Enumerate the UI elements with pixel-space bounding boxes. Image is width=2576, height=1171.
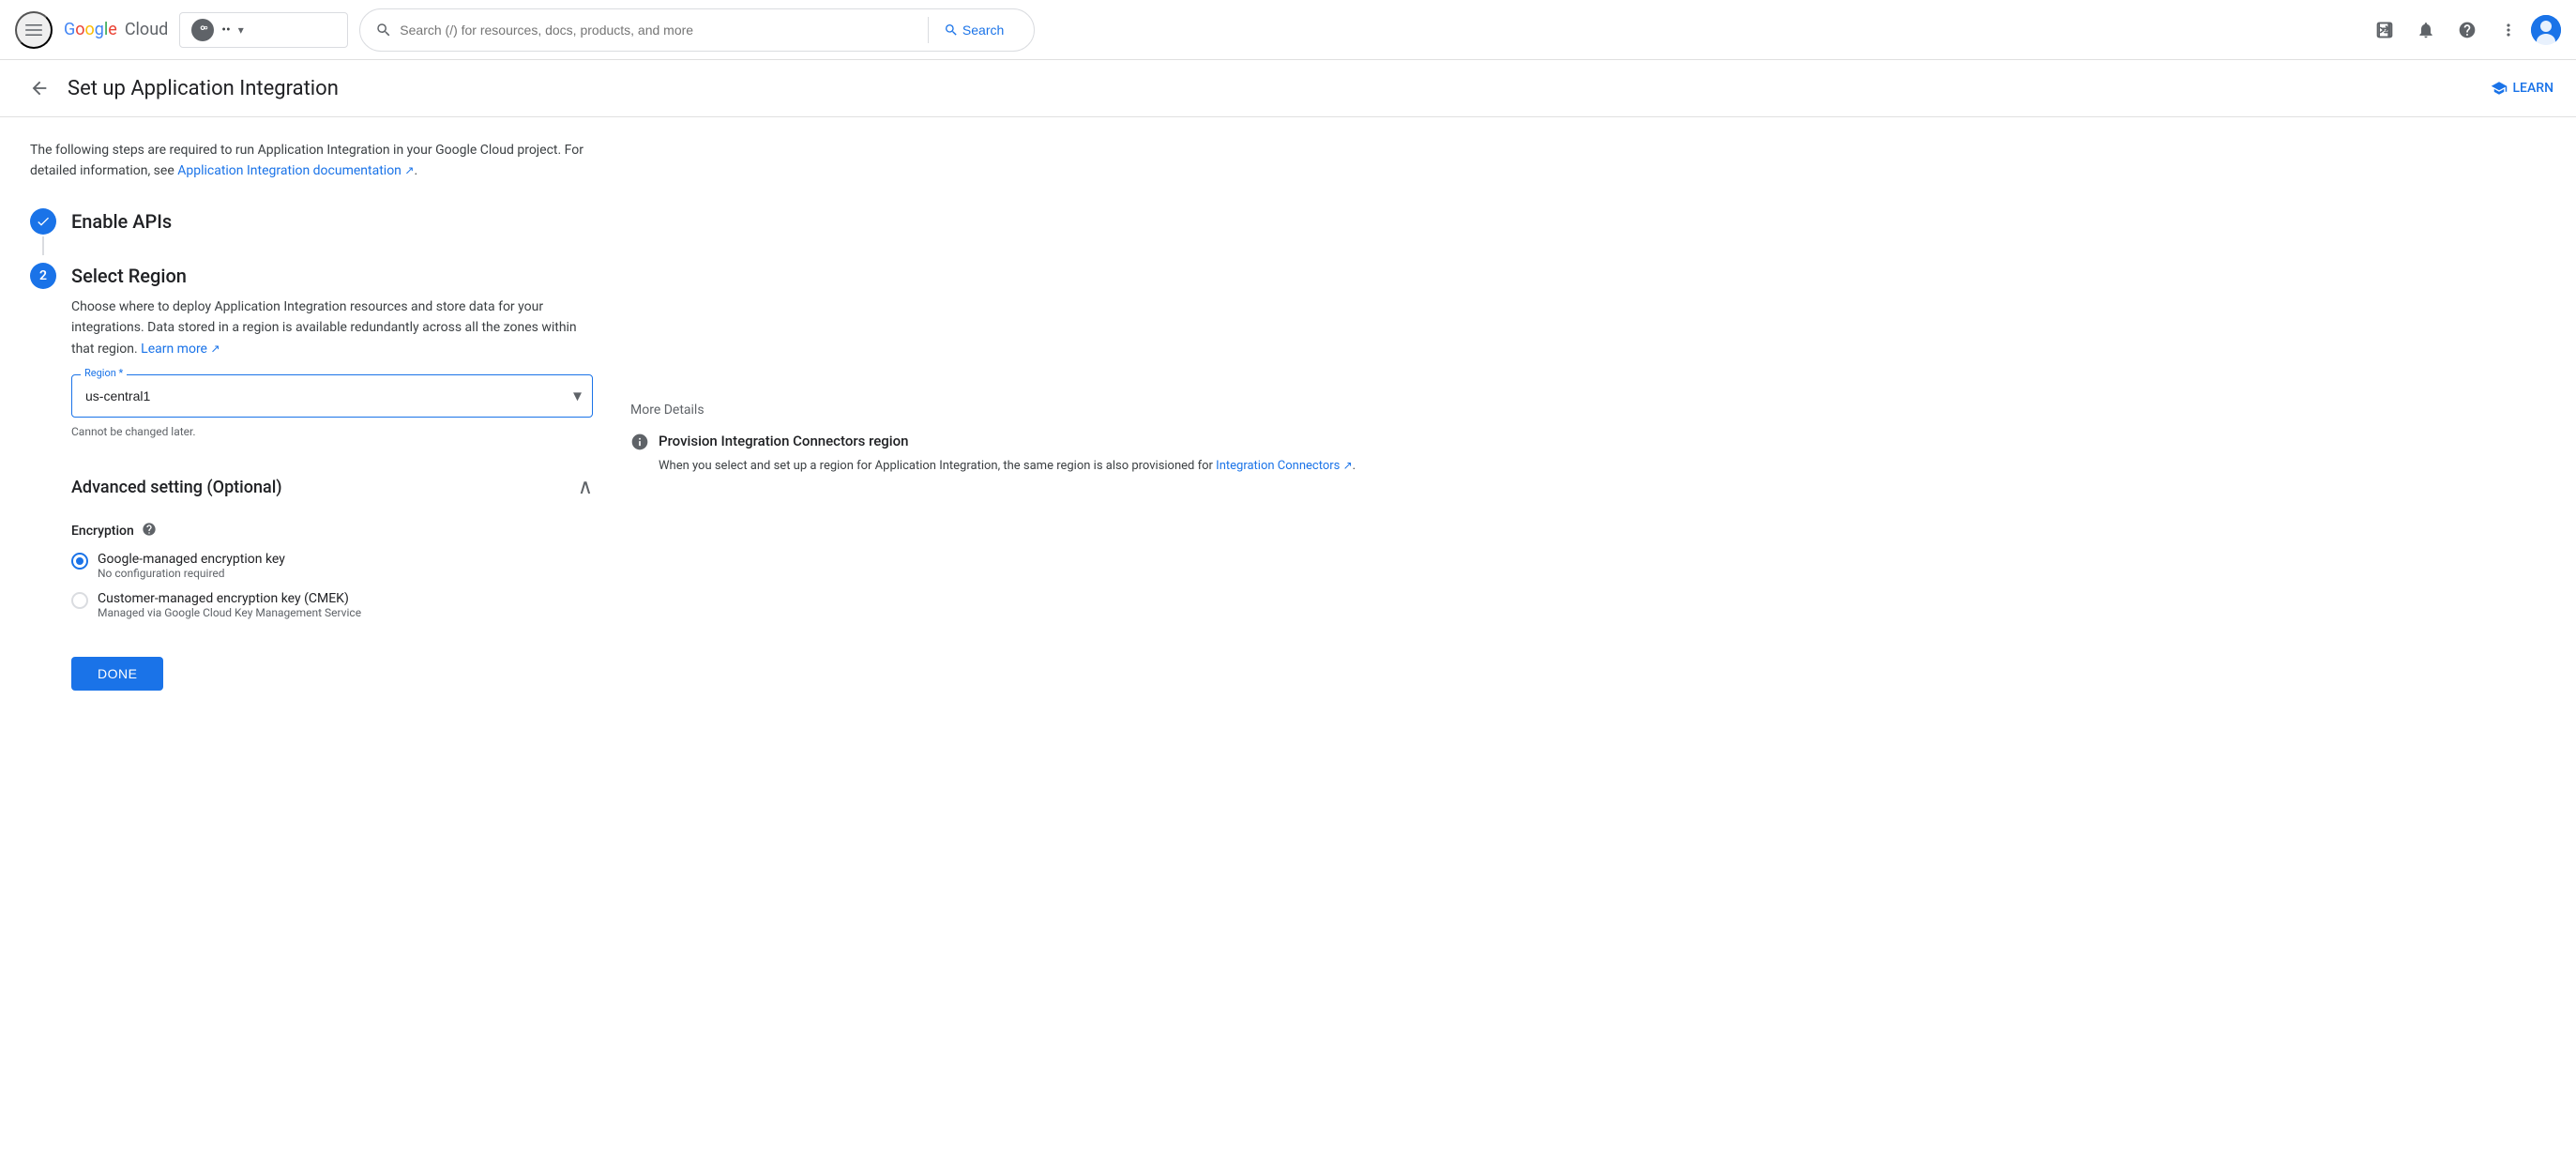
search-input[interactable]: [400, 23, 920, 38]
learn-more-external-icon: ↗: [210, 342, 220, 355]
customer-managed-text: Customer-managed encryption key (CMEK) M…: [98, 591, 361, 619]
right-panel: More Details Provision Integration Conne…: [630, 140, 2546, 691]
radio-dot: [76, 557, 83, 565]
project-selector[interactable]: •• ▾: [179, 12, 348, 48]
external-link-icon: ↗: [404, 164, 414, 177]
customer-managed-label: Customer-managed encryption key (CMEK): [98, 591, 361, 606]
sub-header: Set up Application Integration LEARN: [0, 60, 2576, 117]
google-logo-text: Google: [64, 20, 117, 39]
step1: Enable APIs: [30, 208, 593, 255]
step2-title: Select Region: [71, 263, 187, 287]
help-button[interactable]: [2448, 11, 2486, 49]
google-managed-sublabel: No configuration required: [98, 567, 285, 580]
more-options-button[interactable]: [2490, 11, 2527, 49]
step2-content: Choose where to deploy Application Integ…: [71, 297, 593, 691]
search-bar-icon: [375, 22, 392, 38]
learn-more-link[interactable]: Learn more ↗: [141, 342, 220, 357]
step2: 2 Select Region: [30, 263, 593, 289]
page-title: Set up Application Integration: [68, 77, 339, 100]
search-button-label: Search: [962, 23, 1004, 38]
step1-check-circle: [30, 208, 56, 235]
info-icon: [630, 433, 649, 456]
project-dropdown-chevron-icon: ▾: [238, 23, 244, 37]
encryption-help-icon[interactable]: [142, 522, 157, 540]
provision-card: Provision Integration Connectors region …: [630, 433, 2546, 477]
provision-content: Provision Integration Connectors region …: [659, 433, 1356, 477]
notifications-button[interactable]: [2407, 11, 2445, 49]
customer-managed-option[interactable]: Customer-managed encryption key (CMEK) M…: [71, 591, 593, 619]
region-select-wrapper: Region * us-central1 us-east1 us-west1 e…: [71, 374, 593, 418]
back-button[interactable]: [23, 71, 56, 105]
cloud-text: Cloud: [125, 20, 168, 39]
doc-link[interactable]: Application Integration documentation ↗: [177, 163, 414, 178]
region-note: Cannot be changed later.: [71, 425, 593, 438]
terminal-button[interactable]: [2366, 11, 2403, 49]
step1-title: Enable APIs: [71, 208, 172, 233]
provision-description: When you select and set up a region for …: [659, 457, 1356, 477]
done-button[interactable]: DONE: [71, 657, 163, 691]
advanced-setting-title: Advanced setting (Optional): [71, 478, 282, 497]
project-name: ••: [221, 23, 230, 38]
customer-managed-radio[interactable]: [71, 592, 88, 609]
step2-number-circle: 2: [30, 263, 56, 289]
intro-text: The following steps are required to run …: [30, 140, 593, 182]
collapse-icon: ∧: [578, 476, 593, 499]
advanced-setting-header[interactable]: Advanced setting (Optional) ∧: [71, 461, 593, 514]
connectors-external-icon: ↗: [1343, 459, 1353, 472]
search-button-icon: [944, 23, 959, 38]
provision-title: Provision Integration Connectors region: [659, 433, 1356, 449]
hamburger-menu-button[interactable]: [15, 11, 53, 49]
customer-managed-sublabel: Managed via Google Cloud Key Management …: [98, 606, 361, 619]
region-label: Region *: [81, 367, 127, 379]
learn-label: LEARN: [2513, 81, 2554, 96]
integration-connectors-link[interactable]: Integration Connectors ↗: [1216, 459, 1353, 473]
region-select[interactable]: us-central1 us-east1 us-west1 europe-wes…: [71, 374, 593, 418]
search-button[interactable]: Search: [928, 17, 1019, 43]
google-managed-text: Google-managed encryption key No configu…: [98, 552, 285, 580]
left-panel: The following steps are required to run …: [30, 140, 593, 691]
encryption-label: Encryption: [71, 522, 593, 540]
project-avatar: [191, 19, 214, 41]
step1-indicator: [30, 208, 56, 255]
nav-icons: [2366, 11, 2561, 49]
step-connector: [42, 236, 44, 255]
learn-icon: [2491, 80, 2508, 97]
encryption-section: Encryption Google-managed encryption key…: [71, 522, 593, 619]
main-content: The following steps are required to run …: [0, 117, 2576, 713]
google-managed-radio[interactable]: [71, 553, 88, 570]
user-avatar[interactable]: [2531, 15, 2561, 45]
top-navigation: Google Cloud •• ▾ Search: [0, 0, 2576, 60]
search-bar[interactable]: Search: [359, 8, 1035, 52]
google-cloud-logo[interactable]: Google Cloud: [64, 20, 168, 39]
google-managed-option[interactable]: Google-managed encryption key No configu…: [71, 552, 593, 580]
google-managed-label: Google-managed encryption key: [98, 552, 285, 567]
learn-button[interactable]: LEARN: [2491, 80, 2554, 97]
step2-description: Choose where to deploy Application Integ…: [71, 297, 593, 359]
more-details-title: More Details: [630, 403, 2546, 418]
